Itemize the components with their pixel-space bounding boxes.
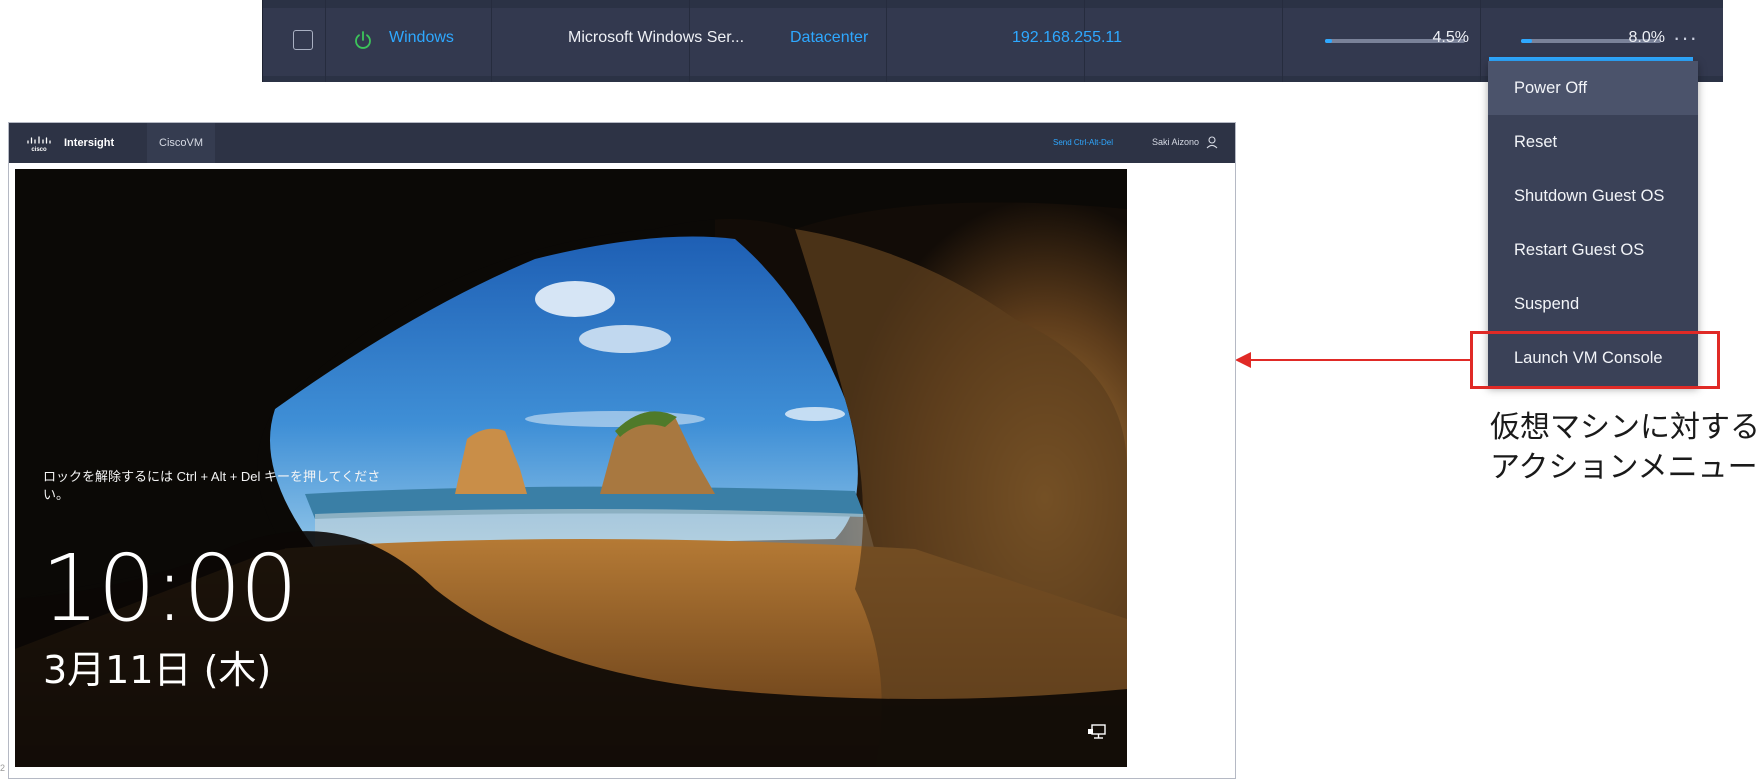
lock-screen[interactable]: ロックを解除するには Ctrl + Alt + Del キーを押してください。 … bbox=[15, 169, 1127, 767]
vm-ip-link[interactable]: 192.168.255.11 bbox=[1012, 29, 1122, 47]
brand-name: Intersight bbox=[64, 137, 115, 149]
column-divider bbox=[325, 0, 326, 82]
menu-item-restart-guest-os[interactable]: Restart Guest OS bbox=[1488, 223, 1698, 277]
menu-item-suspend[interactable]: Suspend bbox=[1488, 277, 1698, 331]
memory-usage-fill bbox=[1521, 39, 1533, 43]
vm-os: Microsoft Windows Ser... bbox=[568, 29, 745, 46]
annotation-caption: 仮想マシンに対する アクションメニュー bbox=[1490, 408, 1760, 488]
more-actions-button[interactable]: ··· bbox=[1673, 25, 1698, 51]
lock-screen-date: 3月11日 (木) bbox=[43, 648, 272, 692]
column-divider bbox=[1282, 0, 1283, 82]
unlock-instruction: ロックを解除するには Ctrl + Alt + Del キーを押してください。 bbox=[43, 469, 381, 502]
power-icon bbox=[355, 31, 371, 49]
vm-console-window: cisco Intersight CiscoVM Send Ctrl-Alt-D… bbox=[8, 122, 1236, 779]
column-divider bbox=[491, 0, 492, 82]
cpu-usage-fill bbox=[1325, 39, 1332, 43]
menu-item-power-off[interactable]: Power Off bbox=[1488, 61, 1698, 115]
callout-arrow-head bbox=[1235, 352, 1251, 368]
page-number: 2 bbox=[0, 763, 6, 773]
cisco-logo: cisco bbox=[27, 136, 51, 153]
row-select-checkbox[interactable] bbox=[293, 30, 313, 50]
vm-name-link[interactable]: Windows bbox=[389, 29, 454, 47]
console-header: cisco Intersight CiscoVM Send Ctrl-Alt-D… bbox=[9, 123, 1235, 163]
lock-screen-time: 10:00 bbox=[41, 535, 298, 642]
column-divider bbox=[886, 0, 887, 82]
vm-cluster-link[interactable]: Datacenter bbox=[790, 29, 868, 47]
highlight-box bbox=[1470, 331, 1720, 389]
menu-item-shutdown-guest-os[interactable]: Shutdown Guest OS bbox=[1488, 169, 1698, 223]
annotation-line-1: 仮想マシンに対する bbox=[1490, 411, 1760, 444]
column-divider bbox=[1480, 0, 1481, 82]
user-icon[interactable] bbox=[1205, 135, 1219, 149]
annotation-line-2: アクションメニュー bbox=[1490, 451, 1758, 484]
memory-usage-value: 8.0% bbox=[1628, 29, 1665, 46]
cpu-usage-value: 4.5% bbox=[1432, 29, 1469, 46]
svg-text:cisco: cisco bbox=[31, 147, 47, 153]
user-name[interactable]: Saki Aizono bbox=[1152, 137, 1199, 147]
console-vm-tab[interactable]: CiscoVM bbox=[147, 123, 216, 163]
send-ctrl-alt-del-button[interactable]: Send Ctrl-Alt-Del bbox=[1053, 138, 1113, 147]
network-icon[interactable] bbox=[1087, 723, 1107, 741]
callout-arrow-line bbox=[1250, 359, 1470, 361]
menu-item-reset[interactable]: Reset bbox=[1488, 115, 1698, 169]
